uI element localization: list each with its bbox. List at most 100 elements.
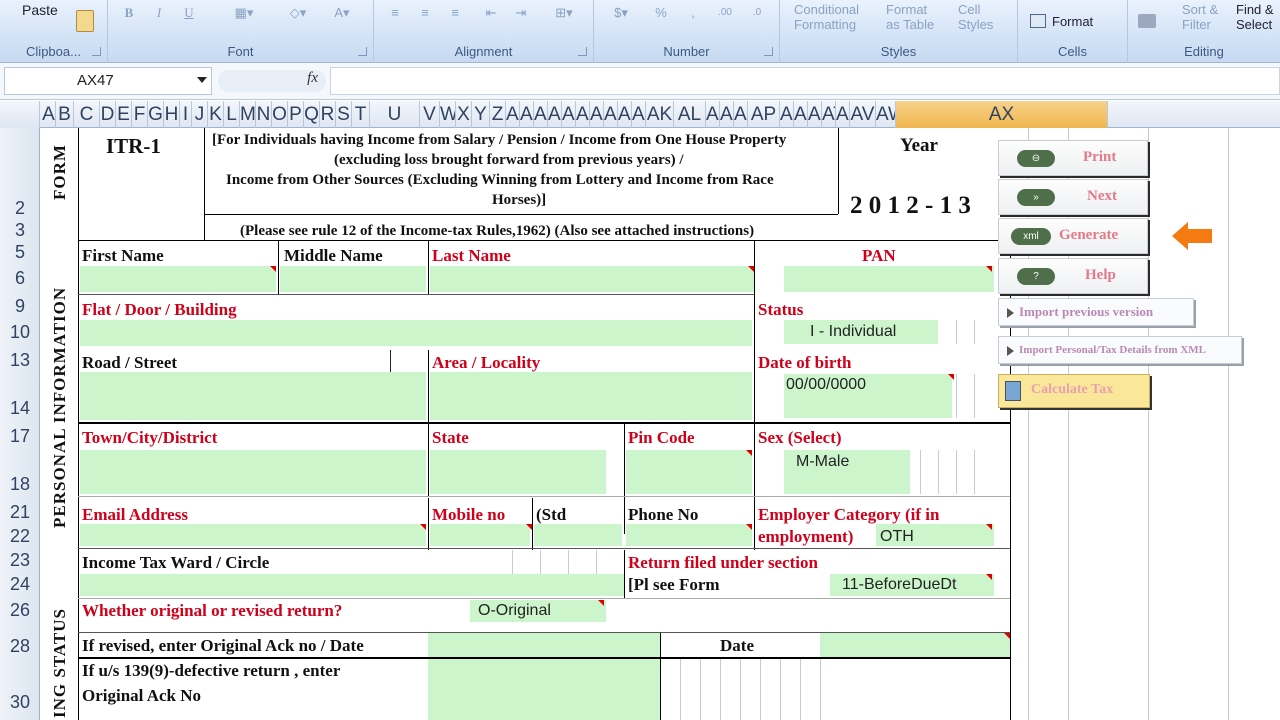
row-number[interactable]: 18 bbox=[0, 474, 40, 495]
town-input[interactable] bbox=[80, 450, 426, 494]
column-header-cell[interactable]: AF bbox=[576, 101, 590, 128]
column-header-cell[interactable]: Y bbox=[472, 101, 490, 128]
select-all-button[interactable] bbox=[0, 101, 40, 128]
column-header-cell[interactable]: AX bbox=[896, 101, 1108, 128]
comma-style-icon[interactable]: , bbox=[682, 2, 704, 24]
mobile-std-input[interactable] bbox=[430, 524, 530, 546]
column-header-cell[interactable]: AW bbox=[876, 101, 896, 128]
paste-button[interactable]: Paste bbox=[22, 3, 58, 18]
insert-function-button[interactable]: fx bbox=[218, 70, 326, 92]
format-as-table-button[interactable]: Format as Table bbox=[886, 2, 934, 32]
alignment-launcher-icon[interactable] bbox=[578, 47, 587, 56]
row-number[interactable]: 9 bbox=[0, 296, 40, 317]
formula-input[interactable] bbox=[330, 67, 1280, 95]
import-previous-button[interactable]: Import previous version bbox=[998, 298, 1194, 326]
phone-input[interactable] bbox=[626, 524, 752, 546]
name-box-dropdown-icon[interactable] bbox=[197, 77, 207, 83]
last-name-input[interactable] bbox=[430, 266, 754, 292]
column-header-cell[interactable]: AL bbox=[674, 101, 706, 128]
column-header-cell[interactable]: X bbox=[456, 101, 472, 128]
conditional-formatting-button[interactable]: Conditional Formatting bbox=[794, 2, 859, 32]
align-center-icon[interactable]: ≡ bbox=[414, 2, 436, 24]
column-header-cell[interactable]: U bbox=[370, 101, 420, 128]
column-header-cell[interactable]: Z bbox=[490, 101, 506, 128]
increase-decimal-icon[interactable]: .00 bbox=[712, 2, 738, 24]
row-number[interactable]: 14 bbox=[0, 398, 40, 419]
column-header-cell[interactable]: G bbox=[148, 101, 164, 128]
middle-name-input[interactable] bbox=[280, 266, 426, 292]
column-header-cell[interactable]: L bbox=[224, 101, 240, 128]
row-number[interactable]: 2 bbox=[0, 198, 40, 219]
row-number[interactable]: 23 bbox=[0, 550, 40, 571]
row-number[interactable]: 24 bbox=[0, 574, 40, 595]
column-header-cell[interactable]: AO bbox=[734, 101, 748, 128]
column-header-cell[interactable]: F bbox=[132, 101, 148, 128]
column-header-cell[interactable]: B bbox=[56, 101, 74, 128]
import-xml-button[interactable]: Import Personal/Tax Details from XML bbox=[998, 336, 1242, 364]
column-header-cell[interactable]: R bbox=[320, 101, 336, 128]
column-header-cell[interactable]: AA bbox=[506, 101, 520, 128]
decrease-decimal-icon[interactable]: .0 bbox=[744, 2, 770, 24]
column-header-cell[interactable]: AB bbox=[520, 101, 534, 128]
merge-center-icon[interactable]: ⊞▾ bbox=[546, 2, 582, 24]
underline-button[interactable]: U bbox=[178, 2, 200, 24]
print-button[interactable]: ⊖ Print bbox=[998, 140, 1148, 176]
row-number[interactable]: 3 bbox=[0, 220, 40, 241]
revised-date-input[interactable] bbox=[820, 633, 1010, 657]
row-number[interactable]: 10 bbox=[0, 322, 40, 343]
row-number[interactable]: 28 bbox=[0, 636, 40, 657]
borders-icon[interactable]: ▦▾ bbox=[226, 2, 262, 24]
column-header-cell[interactable]: W bbox=[440, 101, 456, 128]
format-painter-icon[interactable] bbox=[76, 10, 94, 32]
column-header-cell[interactable]: AI bbox=[618, 101, 632, 128]
row-number[interactable]: 26 bbox=[0, 600, 40, 621]
calculate-tax-button[interactable]: Calculate Tax bbox=[998, 374, 1150, 408]
find-select-button[interactable]: Find & Select bbox=[1236, 2, 1274, 32]
state-input[interactable] bbox=[430, 450, 606, 494]
column-header-cell[interactable]: I bbox=[180, 101, 192, 128]
revised-ack-input[interactable] bbox=[428, 633, 660, 657]
fill-color-icon[interactable]: ◇▾ bbox=[280, 2, 316, 24]
row-number[interactable]: 21 bbox=[0, 502, 40, 523]
column-header-cell[interactable]: AP bbox=[748, 101, 780, 128]
column-header-cell[interactable]: AK bbox=[646, 101, 674, 128]
column-header-cell[interactable]: V bbox=[420, 101, 440, 128]
column-header-cell[interactable]: J bbox=[192, 101, 208, 128]
number-launcher-icon[interactable] bbox=[764, 47, 773, 56]
column-header-cell[interactable]: H bbox=[164, 101, 180, 128]
column-header-cell[interactable]: AT bbox=[822, 101, 836, 128]
flat-door-input[interactable] bbox=[80, 320, 752, 346]
column-header-cell[interactable]: AD bbox=[548, 101, 562, 128]
defective-ack-input[interactable] bbox=[428, 659, 660, 720]
font-color-icon[interactable]: A▾ bbox=[324, 2, 360, 24]
cell-styles-button[interactable]: Cell Styles bbox=[958, 2, 993, 32]
align-right-icon[interactable]: ≡ bbox=[444, 2, 466, 24]
clipboard-launcher-icon[interactable] bbox=[92, 47, 101, 56]
column-header-cell[interactable]: AJ bbox=[632, 101, 646, 128]
sort-filter-button[interactable]: Sort & Filter bbox=[1182, 2, 1218, 32]
format-button[interactable]: Format bbox=[1052, 14, 1093, 29]
bold-button[interactable]: B bbox=[118, 2, 140, 24]
next-button[interactable]: » Next bbox=[998, 179, 1148, 215]
column-header-cell[interactable]: D bbox=[100, 101, 116, 128]
name-box[interactable]: AX47 bbox=[4, 67, 212, 95]
help-button[interactable]: ? Help bbox=[998, 258, 1148, 294]
column-header-cell[interactable]: AH bbox=[604, 101, 618, 128]
percent-button[interactable]: % bbox=[650, 2, 672, 24]
column-header-cell[interactable]: A bbox=[42, 101, 56, 128]
column-header-cell[interactable]: AQ bbox=[780, 101, 794, 128]
column-header-cell[interactable]: AU bbox=[836, 101, 850, 128]
area-locality-input[interactable] bbox=[430, 372, 752, 420]
column-header-cell[interactable]: AG bbox=[590, 101, 604, 128]
row-number[interactable]: 13 bbox=[0, 350, 40, 371]
column-header-cell[interactable]: AV bbox=[850, 101, 876, 128]
first-name-input[interactable] bbox=[80, 266, 276, 292]
font-launcher-icon[interactable] bbox=[358, 47, 367, 56]
column-header-cell[interactable]: O bbox=[272, 101, 288, 128]
currency-icon[interactable]: $▾ bbox=[604, 2, 638, 24]
worksheet[interactable]: FORM ITR-1 [For Individuals having Incom… bbox=[40, 128, 1280, 720]
align-left-icon[interactable]: ≡ bbox=[384, 2, 406, 24]
column-header-cell[interactable]: AC bbox=[534, 101, 548, 128]
column-header-cell[interactable]: AN bbox=[720, 101, 734, 128]
column-header-cell[interactable]: S bbox=[336, 101, 352, 128]
